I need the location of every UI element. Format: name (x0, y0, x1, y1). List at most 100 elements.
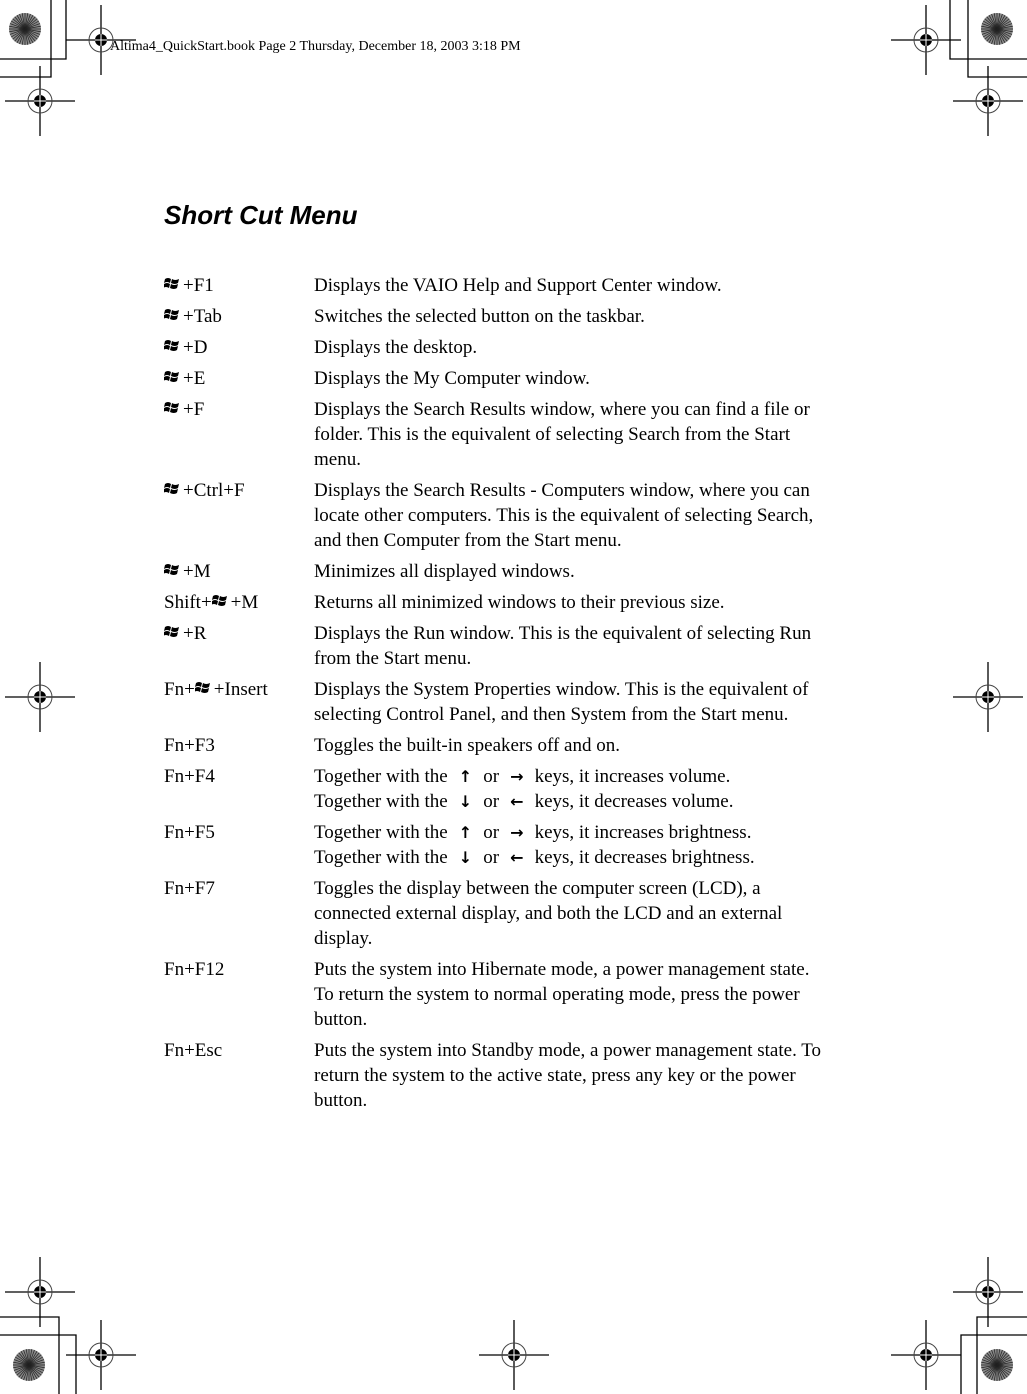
description-text: Displays the System Properties window. T… (314, 679, 809, 725)
shortcut-key: +D (163, 335, 314, 360)
page-slug: Altima4_QuickStart.book Page 2 Thursday,… (110, 39, 521, 54)
windows-logo-icon (163, 367, 180, 383)
shortcut-description: Toggles the built-in speakers off and on… (314, 733, 824, 758)
shortcut-description: Displays the VAIO Help and Support Cente… (314, 273, 824, 298)
shortcut-key: Fn+F12 (164, 957, 314, 1032)
registration-mark (5, 662, 75, 732)
shortcut-description: Toggles the display between the computer… (314, 876, 824, 951)
windows-logo-icon (163, 622, 180, 638)
shortcut-row: Fn+F7 Toggles the display between the com… (164, 876, 824, 951)
text: Together with the (314, 847, 448, 868)
shortcut-row: +F Displays the Search Results window, wh… (163, 397, 824, 472)
key-prefix: Fn+F5 (164, 822, 215, 843)
text: keys, it decreases brightness. (534, 847, 755, 868)
windows-logo-icon (163, 305, 180, 321)
text: Together with the (314, 766, 448, 787)
shortcut-row: Fn+Esc Puts the system into Standby mode,… (164, 1038, 824, 1113)
key-prefix: Fn+Esc (164, 1040, 223, 1061)
shortcut-key: +M (163, 559, 314, 584)
arrow-up-icon: ↑ (458, 823, 473, 842)
shortcut-key: +Ctrl+F (163, 478, 314, 553)
key-suffix: +Tab (183, 306, 222, 327)
key-prefix: Fn+F4 (164, 766, 215, 787)
description-text: Switches the selected button on the task… (314, 306, 645, 327)
shortcut-key: Shift+ +M (164, 590, 314, 615)
shortcut-row: Shift+ +M Returns all minimized windows to… (164, 590, 824, 615)
arrow-left-icon: ← (510, 848, 524, 867)
registration-mark (891, 1320, 961, 1390)
description-line: Together with the ↑ or → keys, it increa… (314, 764, 824, 789)
description-line: Together with the ↓ or ← keys, it decrea… (314, 789, 824, 814)
text: or (483, 822, 500, 843)
windows-logo-icon (210, 591, 228, 607)
description-line: Together with the ↓ or ← keys, it decrea… (314, 845, 824, 870)
shortcut-row: +F1 Displays the VAIO Help and Support Ce… (163, 273, 824, 298)
shortcut-row: +Tab Switches the selected button on the … (163, 304, 824, 329)
windows-logo-icon (163, 336, 180, 352)
description-text: Toggles the built-in speakers off and on… (314, 735, 620, 756)
key-suffix: +R (183, 623, 207, 644)
description-text: Returns all minimized windows to their p… (314, 592, 725, 613)
windows-logo-icon (163, 274, 180, 290)
shortcut-description: Displays the desktop. (314, 335, 824, 360)
star-target-mark (13, 1349, 45, 1381)
shortcut-row: +D Displays the desktop. (163, 335, 824, 360)
description-text: Displays the Search Results - Computers … (314, 480, 814, 551)
shortcut-row: Fn+F12 Puts the system into Hibernate mod… (164, 957, 824, 1032)
star-target-mark (981, 1349, 1013, 1381)
key-suffix: +F1 (183, 275, 214, 296)
shortcut-description: Displays the System Properties window. T… (314, 677, 824, 727)
shortcut-row: +R Displays the Run window. This is the e… (163, 621, 824, 671)
description-text: Puts the system into Hibernate mode, a p… (314, 959, 810, 1030)
shortcut-row: Fn+ +Insert Displays the System Properties… (164, 677, 824, 727)
shortcut-description: Displays the My Computer window. (314, 366, 824, 391)
windows-logo-icon (163, 398, 180, 414)
shortcut-key: +F1 (163, 273, 314, 298)
description-text: Displays the VAIO Help and Support Cente… (314, 275, 722, 296)
key-suffix: +E (183, 368, 206, 389)
shortcut-row: Fn+F3 Toggles the built-in speakers off a… (164, 733, 824, 758)
key-prefix: Shift+ (164, 592, 212, 613)
key-prefix: Fn+F12 (164, 959, 225, 980)
shortcut-description: Together with the ↑ or → keys, it increa… (314, 820, 824, 870)
key-suffix: +F (183, 399, 205, 420)
arrow-left-icon: ← (510, 792, 524, 811)
text: Together with the (314, 822, 448, 843)
description-text: Puts the system into Standby mode, a pow… (314, 1040, 822, 1111)
registration-mark (479, 1320, 549, 1390)
shortcut-description: Switches the selected button on the task… (314, 304, 824, 329)
shortcut-description: Puts the system into Standby mode, a pow… (314, 1038, 824, 1113)
shortcut-description: Displays the Search Results - Computers … (314, 478, 824, 553)
text: keys, it increases brightness. (534, 822, 752, 843)
shortcut-key: +E (163, 366, 314, 391)
key-prefix: Fn+ (164, 679, 195, 700)
description-text: Displays the Search Results window, wher… (314, 399, 810, 470)
arrow-up-icon: ↑ (458, 767, 473, 786)
shortcut-key: +F (163, 397, 314, 472)
shortcut-key: Fn+F4 (164, 764, 314, 814)
description-line: Together with the ↑ or → keys, it increa… (314, 820, 824, 845)
windows-logo-icon (193, 678, 211, 694)
key-suffix: +M (183, 561, 211, 582)
windows-logo-icon (163, 479, 180, 495)
shortcut-key: Fn+F5 (164, 820, 314, 870)
text: keys, it increases volume. (534, 766, 731, 787)
shortcut-description: Displays the Run window. This is the equ… (314, 621, 824, 671)
shortcut-row: +E Displays the My Computer window. (163, 366, 824, 391)
arrow-right-icon: → (510, 767, 524, 786)
key-prefix: Fn+F3 (164, 735, 215, 756)
arrow-down-icon: ↓ (458, 848, 473, 867)
key-suffix: +Insert (213, 679, 268, 700)
shortcut-description: Together with the ↑ or → keys, it increa… (314, 764, 824, 814)
description-text: Displays the My Computer window. (314, 368, 590, 389)
description-text: Displays the desktop. (314, 337, 478, 358)
description-text: Toggles the display between the computer… (314, 878, 783, 949)
shortcut-key: +Tab (163, 304, 314, 329)
text: or (483, 847, 500, 868)
description-text: Minimizes all displayed windows. (314, 561, 575, 582)
shortcut-key: Fn+F3 (164, 733, 314, 758)
shortcut-description: Minimizes all displayed windows. (314, 559, 824, 584)
shortcut-row: Fn+F5 Together with the ↑ or → keys, it i… (164, 820, 824, 870)
shortcut-key: Fn+ +Insert (164, 677, 314, 727)
key-suffix: +D (183, 337, 208, 358)
